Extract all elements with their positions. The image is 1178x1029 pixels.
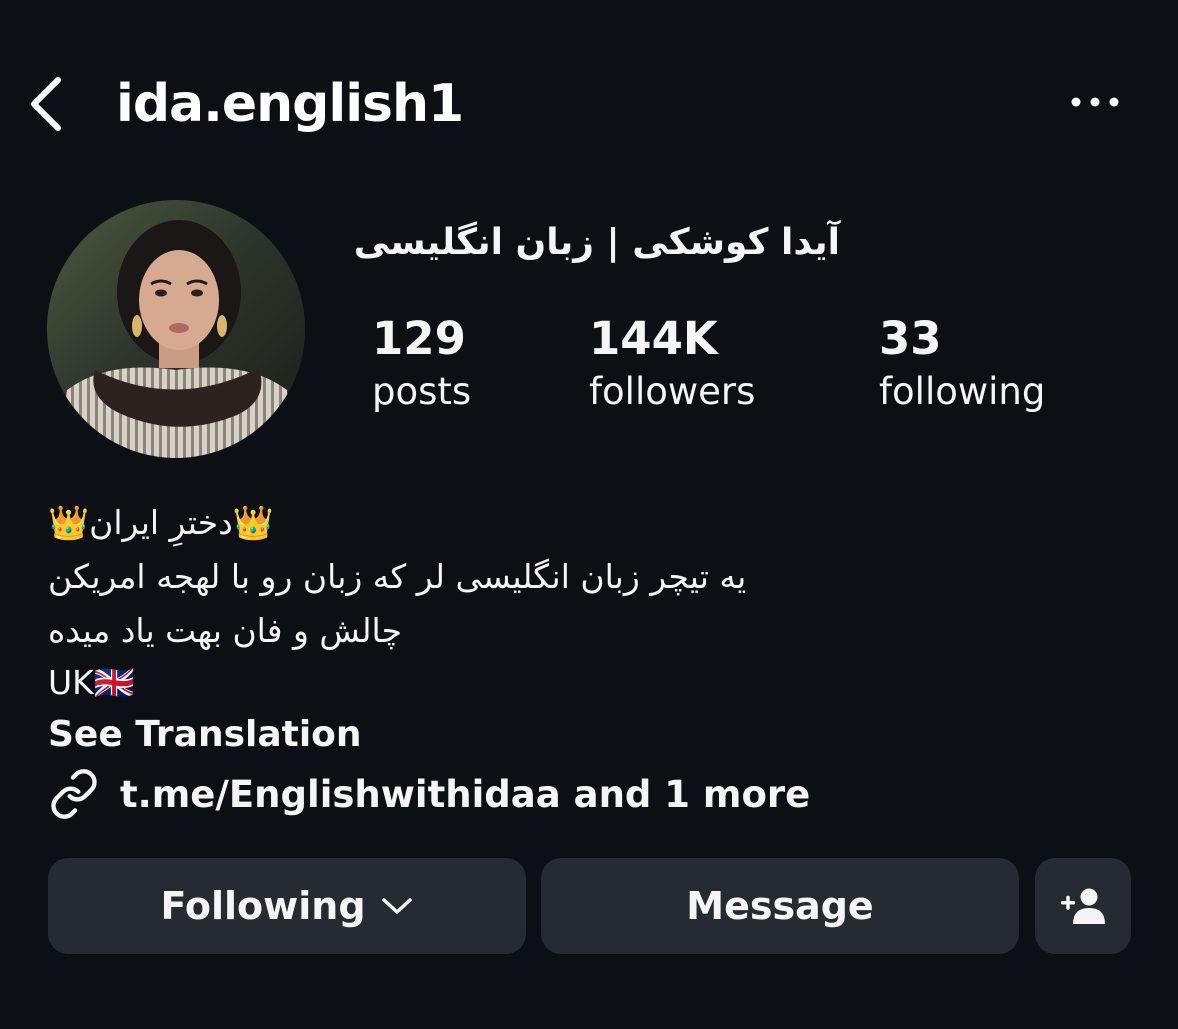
posts-label: posts [372, 370, 472, 413]
link-text: t.me/Englishwithidaa and 1 more [120, 772, 811, 816]
add-person-icon [1061, 888, 1105, 924]
profile-avatar[interactable] [47, 200, 305, 458]
more-options-button[interactable] [1062, 82, 1128, 122]
followers-stat[interactable]: 144K followers [589, 312, 755, 418]
following-button[interactable]: Following [48, 858, 526, 954]
following-count: 33 [879, 312, 942, 365]
more-horizontal-icon [1071, 97, 1119, 107]
bio-line-1: 👑دخترِ ایران👑 [48, 503, 274, 542]
followers-label: followers [589, 370, 756, 413]
link-icon [51, 769, 97, 819]
following-button-label: Following [160, 884, 366, 928]
suggested-accounts-button[interactable] [1035, 858, 1131, 954]
back-button[interactable] [22, 70, 70, 138]
message-button-label: Message [686, 884, 874, 928]
profile-link[interactable]: t.me/Englishwithidaa and 1 more [48, 766, 810, 822]
bio-line-4: UK🇬🇧 [48, 663, 135, 702]
posts-count: 129 [372, 312, 466, 365]
following-label: following [879, 370, 1046, 413]
profile-username: ida.english1 [116, 74, 464, 134]
chevron-down-icon [381, 898, 412, 914]
chevron-left-icon [31, 77, 61, 131]
message-button[interactable]: Message [541, 858, 1019, 954]
see-translation-link[interactable]: See Translation [48, 708, 1108, 762]
profile-display-name: آیدا کوشکی | زبان انگلیسی [353, 222, 840, 263]
followers-count: 144K [589, 312, 718, 365]
following-stat[interactable]: 33 following [879, 312, 1045, 418]
avatar-photo [47, 200, 305, 458]
bio-line-2: یه تیچر زبان انگلیسی لر که زبان رو با له… [48, 557, 747, 596]
posts-stat[interactable]: 129 posts [372, 312, 471, 418]
bio-line-3: چالش و فان بهت یاد میده [48, 611, 403, 650]
